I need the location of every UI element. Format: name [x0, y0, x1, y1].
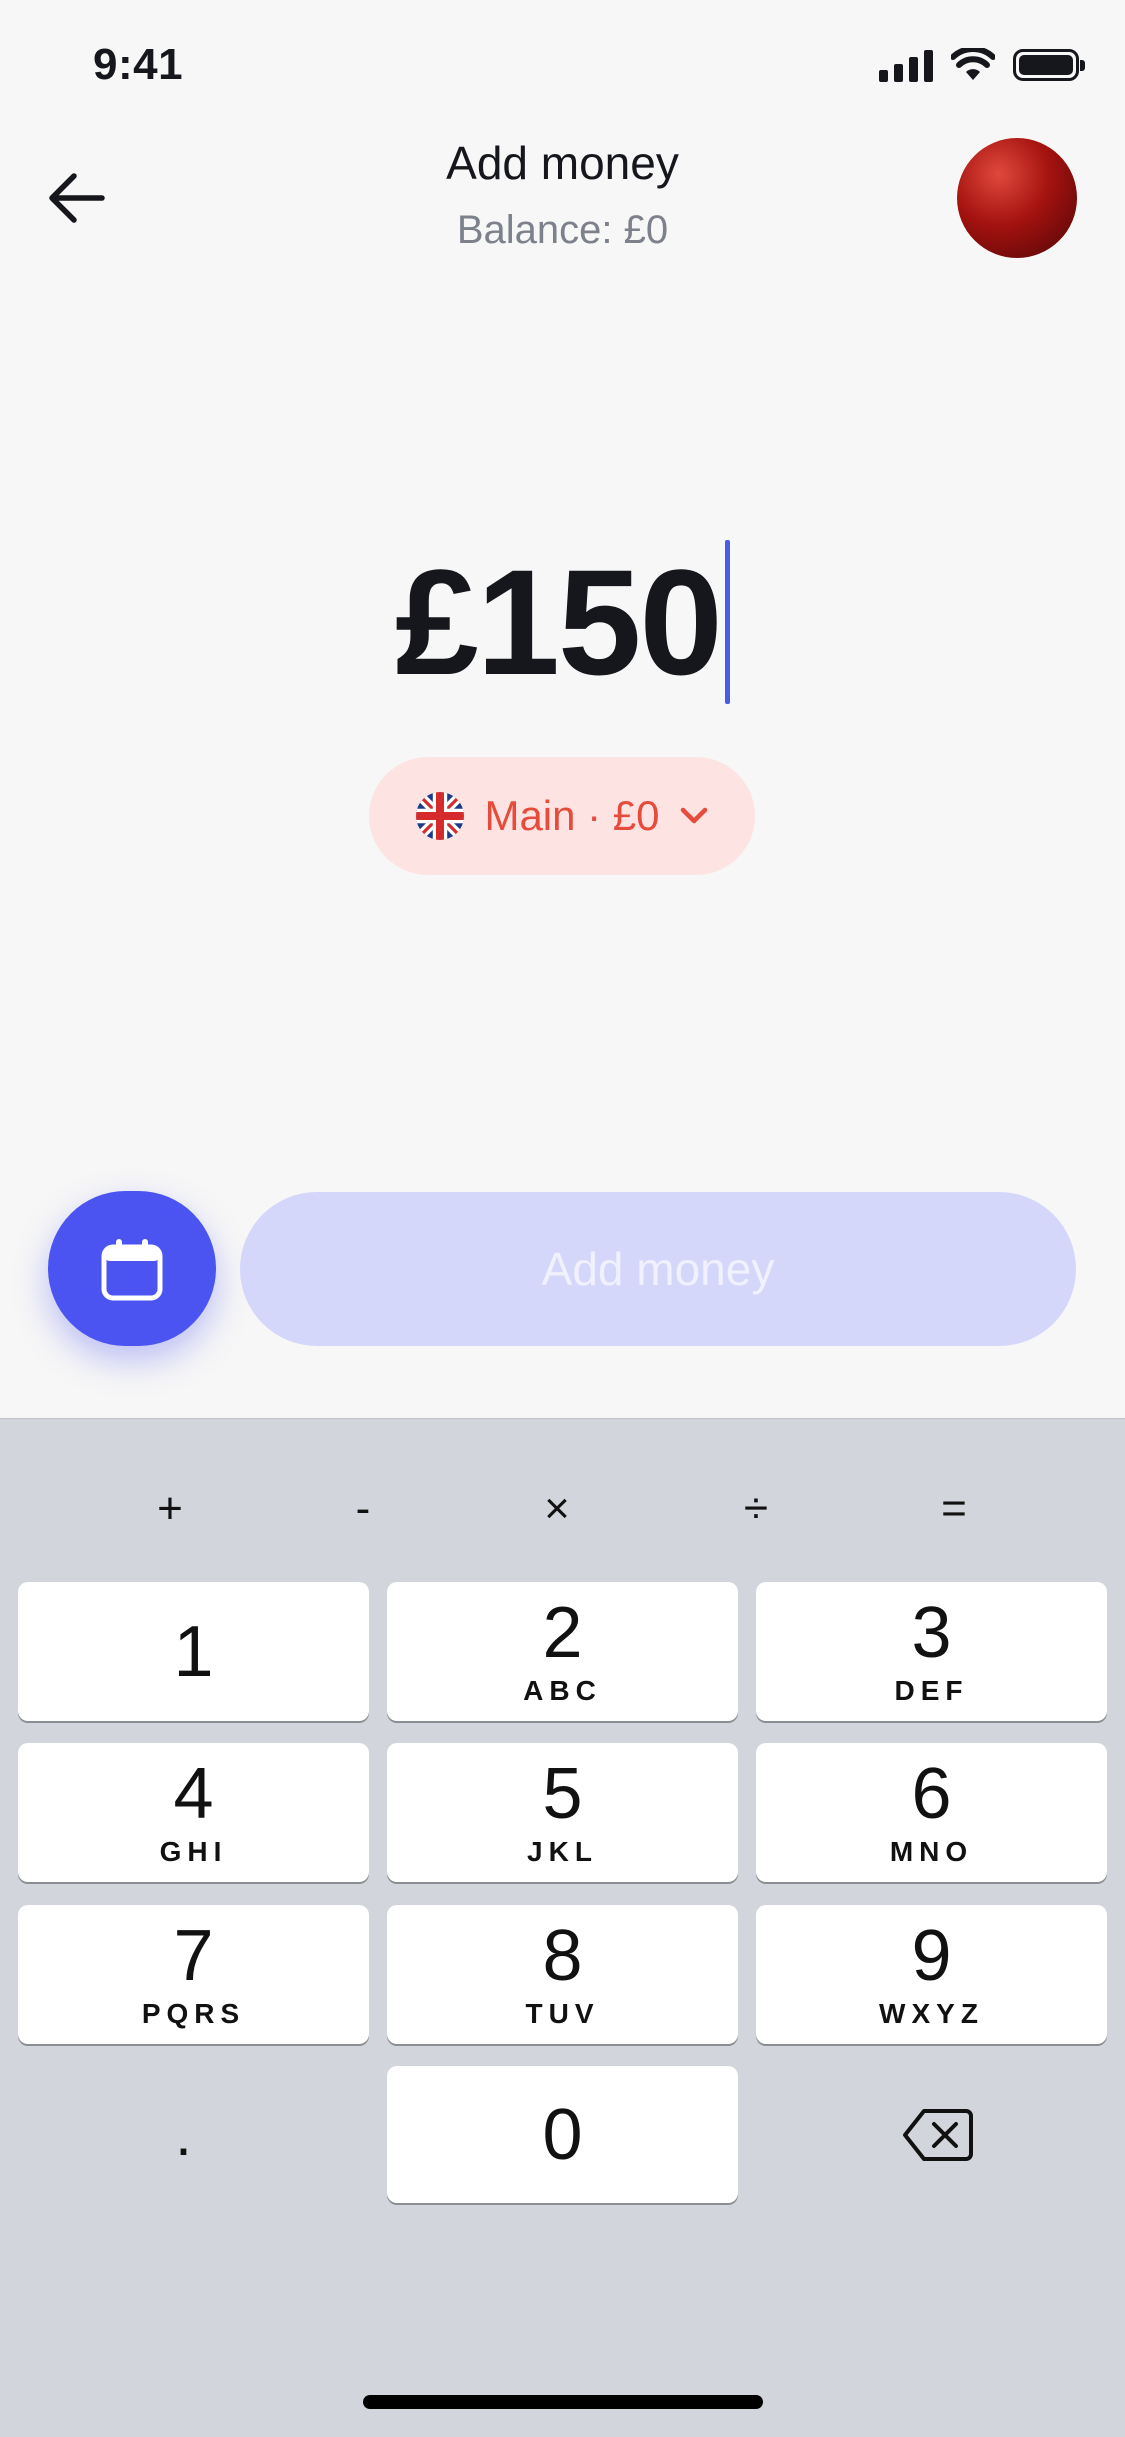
key-letters: TUV — [525, 1997, 600, 2029]
key-number: 7 — [173, 1915, 214, 1996]
amount-display[interactable]: £150 — [0, 540, 1125, 704]
key-3[interactable]: 3 DEF — [756, 1582, 1107, 1721]
key-letters: DEF — [894, 1674, 969, 1706]
wifi-icon — [951, 48, 995, 80]
equals-key[interactable]: = — [904, 1469, 1004, 1549]
key-number: 1 — [173, 1611, 214, 1692]
minus-key[interactable]: - — [313, 1469, 413, 1549]
delete-key[interactable] — [762, 2065, 1113, 2204]
key-letters: MNO — [889, 1835, 974, 1867]
operator-row: + - × ÷ = — [0, 1469, 1125, 1549]
account-label: Main · £0 — [484, 792, 660, 839]
key-number: 3 — [911, 1592, 952, 1673]
key-letters: WXYZ — [879, 1997, 984, 2029]
divide-key[interactable]: ÷ — [706, 1469, 806, 1549]
key-6[interactable]: 6 MNO — [756, 1743, 1107, 1882]
key-7[interactable]: 7 PQRS — [18, 1905, 369, 2044]
key-2[interactable]: 2 ABC — [387, 1582, 738, 1721]
key-number: 4 — [173, 1753, 214, 1834]
key-number: 2 — [542, 1592, 583, 1673]
uk-flag-icon — [416, 792, 465, 840]
key-1[interactable]: 1 — [18, 1582, 369, 1721]
home-indicator[interactable] — [363, 2395, 763, 2409]
key-5[interactable]: 5 JKL — [387, 1743, 738, 1882]
key-number: 9 — [911, 1915, 952, 1996]
key-letters: ABC — [523, 1674, 602, 1706]
chevron-down-icon — [680, 807, 707, 824]
page-title: Add money — [446, 137, 679, 189]
decimal-key[interactable]: . — [8, 2065, 359, 2204]
multiply-key[interactable]: × — [507, 1469, 607, 1549]
plus-key[interactable]: + — [120, 1469, 220, 1549]
key-4[interactable]: 4 GHI — [18, 1743, 369, 1882]
key-letters: GHI — [159, 1835, 228, 1867]
cellular-signal-icon — [879, 48, 933, 82]
key-8[interactable]: 8 TUV — [387, 1905, 738, 2044]
schedule-button[interactable] — [48, 1191, 216, 1346]
numeric-keyboard: + - × ÷ = 1 2 ABC 3 DEF 4 GHI 5 JKL 6 MN… — [0, 1418, 1125, 2437]
add-money-label: Add money — [541, 1243, 775, 1295]
calendar-icon — [101, 1238, 163, 1300]
amount-value: £150 — [395, 538, 723, 706]
avatar[interactable] — [957, 138, 1077, 258]
add-money-button[interactable]: Add money — [240, 1192, 1076, 1346]
key-9[interactable]: 9 WXYZ — [756, 1905, 1107, 2044]
key-number: 5 — [542, 1753, 583, 1834]
backspace-icon — [902, 2108, 973, 2161]
key-number: 0 — [542, 2094, 583, 2175]
balance-subtitle: Balance: £0 — [456, 208, 669, 252]
key-letters: PQRS — [141, 1997, 246, 2029]
key-letters: JKL — [527, 1835, 598, 1867]
status-icons — [879, 48, 1085, 82]
key-number: 6 — [911, 1753, 952, 1834]
account-selector[interactable]: Main · £0 — [369, 757, 755, 875]
key-number: 8 — [542, 1915, 583, 1996]
key-0[interactable]: 0 — [387, 2066, 738, 2203]
status-time: 9:41 — [93, 40, 184, 89]
battery-icon — [1013, 49, 1085, 81]
text-caret — [724, 540, 730, 704]
decimal-label: . — [175, 2100, 192, 2168]
